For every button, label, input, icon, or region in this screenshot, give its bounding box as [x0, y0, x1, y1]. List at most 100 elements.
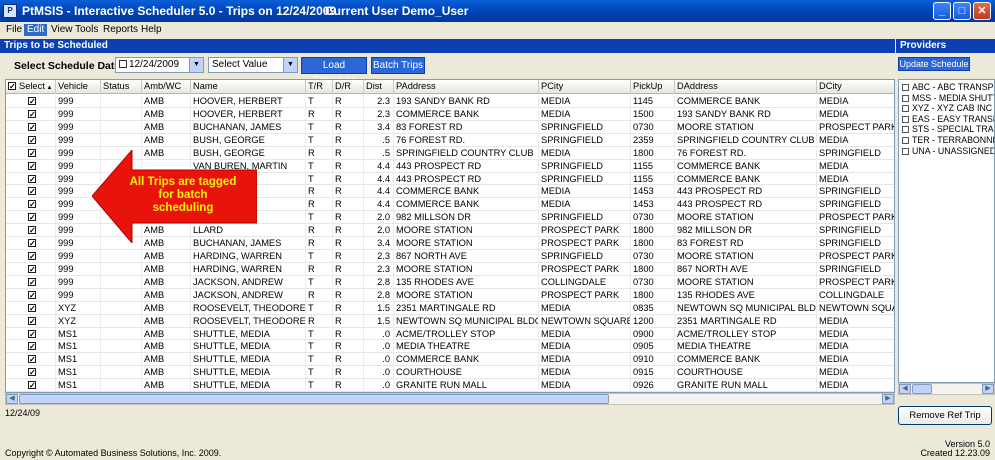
provider-checkbox[interactable] — [902, 84, 909, 91]
grid-horizontal-scrollbar[interactable]: ◀ ▶ — [5, 393, 895, 405]
cell-select[interactable]: ✓ — [6, 211, 56, 225]
scroll-thumb[interactable] — [912, 384, 932, 394]
title-bar[interactable]: P PtMSIS - Interactive Scheduler 5.0 - T… — [0, 0, 995, 22]
cell-select[interactable]: ✓ — [6, 327, 56, 341]
select-value-dropdown[interactable]: Select Value ▼ — [208, 57, 298, 73]
scroll-right-icon[interactable]: ▶ — [882, 394, 894, 404]
menu-help[interactable]: Help — [138, 24, 165, 36]
row-select-checkbox[interactable]: ✓ — [28, 264, 36, 273]
batch-trips-button[interactable]: Batch Trips — [371, 57, 425, 74]
table-row[interactable]: ✓ MS1 AMB SHUTTLE, MEDIA T R .0 COURTHOUSE MEDIA… — [6, 366, 894, 380]
row-select-checkbox[interactable]: ✓ — [28, 226, 36, 235]
provider-checkbox[interactable] — [902, 137, 909, 144]
menu-file[interactable]: File — [3, 24, 25, 36]
cell-select[interactable]: ✓ — [6, 301, 56, 315]
column-header-dr[interactable]: D/R — [333, 80, 364, 94]
cell-select[interactable]: ✓ — [6, 379, 56, 392]
column-header-pcity[interactable]: PCity — [539, 80, 631, 94]
table-row[interactable]: ✓ MS1 AMB SHUTTLE, MEDIA T R .0 GRANITE RUN MAL… — [6, 379, 894, 392]
cell-select[interactable]: ✓ — [6, 172, 56, 186]
provider-checkbox[interactable] — [902, 115, 909, 123]
table-row[interactable]: ✓ 999 AMB JACKSON, ANDREW T R 2.8 135 RHODES AV… — [6, 275, 894, 289]
provider-item[interactable]: UNA - UNASSIGNED — [902, 146, 994, 158]
cell-select[interactable]: ✓ — [6, 340, 56, 354]
provider-checkbox[interactable] — [902, 126, 909, 134]
provider-checkbox[interactable] — [902, 147, 909, 155]
column-header-pickup[interactable]: PickUp — [631, 80, 675, 94]
row-select-checkbox[interactable]: ✓ — [28, 187, 36, 196]
cell-select[interactable]: ✓ — [6, 314, 56, 328]
cell-select[interactable]: ✓ — [6, 185, 56, 199]
row-select-checkbox[interactable]: ✓ — [28, 148, 36, 157]
table-row[interactable]: ✓ XYZ AMB ROOSEVELT, THEODORE R R 1.5 NEWTOWN S… — [6, 314, 894, 328]
scroll-thumb[interactable] — [19, 394, 609, 404]
scroll-right-icon[interactable]: ▶ — [982, 384, 994, 394]
column-header-dcity[interactable]: DCity — [817, 80, 894, 94]
row-select-checkbox[interactable]: ✓ — [28, 174, 36, 183]
column-header-name[interactable]: Name — [191, 80, 306, 94]
cell-select[interactable]: ✓ — [6, 275, 56, 289]
cell-select[interactable]: ✓ — [6, 95, 56, 108]
schedule-date-picker[interactable]: 12/24/2009 ▼ — [115, 57, 204, 73]
row-select-checkbox[interactable]: ✓ — [28, 368, 36, 377]
row-select-checkbox[interactable]: ✓ — [28, 200, 36, 209]
menu-reports[interactable]: Reports — [100, 24, 141, 36]
cell-select[interactable]: ✓ — [6, 353, 56, 367]
load-schedule-button[interactable]: Load Schedule — [301, 57, 367, 86]
column-header-daddress[interactable]: DAddress — [675, 80, 817, 94]
scroll-left-icon[interactable]: ◀ — [899, 384, 911, 394]
row-select-checkbox[interactable]: ✓ — [28, 252, 36, 261]
close-icon[interactable]: ✕ — [973, 2, 991, 20]
row-select-checkbox[interactable]: ✓ — [28, 239, 36, 248]
row-select-checkbox[interactable]: ✓ — [28, 109, 36, 118]
table-row[interactable]: ✓ 999 AMB BUSH, GEORGE T R .5 76 FOREST RD. SPRI… — [6, 133, 894, 147]
row-select-checkbox[interactable]: ✓ — [28, 213, 36, 222]
cell-select[interactable]: ✓ — [6, 237, 56, 251]
cell-select[interactable]: ✓ — [6, 133, 56, 147]
table-row[interactable]: ✓ XYZ AMB ROOSEVELT, THEODORE T R 1.5 2351 MART… — [6, 301, 894, 315]
row-select-checkbox[interactable]: ✓ — [28, 135, 36, 144]
column-header-amb-wc[interactable]: Amb/WC — [142, 80, 191, 94]
column-header-vehicle[interactable]: Vehicle — [56, 80, 101, 94]
row-select-checkbox[interactable]: ✓ — [28, 316, 36, 325]
table-row[interactable]: ✓ 999 AMB BUCHANAN, JAMES T R 3.4 83 FOREST RD S… — [6, 120, 894, 134]
maximize-icon[interactable]: □ — [953, 2, 971, 20]
table-row[interactable]: ✓ MS1 AMB SHUTTLE, MEDIA T R .0 COMMERCE BANK ME… — [6, 353, 894, 367]
cell-select[interactable]: ✓ — [6, 198, 56, 212]
column-header-tr[interactable]: T/R — [306, 80, 333, 94]
cell-select[interactable]: ✓ — [6, 107, 56, 121]
row-select-checkbox[interactable]: ✓ — [28, 355, 36, 364]
table-row[interactable]: ✓ MS1 AMB SHUTTLE, MEDIA T R .0 MEDIA THEATRE ME… — [6, 340, 894, 354]
cell-select[interactable]: ✓ — [6, 120, 56, 134]
column-header-status[interactable]: Status — [101, 80, 142, 94]
provider-checkbox[interactable] — [902, 105, 909, 113]
provider-checkbox[interactable] — [902, 94, 909, 102]
menu-tools[interactable]: Tools — [72, 24, 101, 36]
cell-select[interactable]: ✓ — [6, 146, 56, 160]
chevron-down-icon[interactable]: ▼ — [283, 58, 297, 72]
remove-ref-trip-button[interactable]: Remove Ref Trip — [898, 406, 992, 425]
date-checkbox-icon[interactable] — [119, 60, 127, 68]
cell-select[interactable]: ✓ — [6, 366, 56, 380]
update-schedule-button[interactable]: Update Schedule — [898, 57, 970, 71]
menu-edit[interactable]: Edit — [24, 24, 48, 36]
row-select-checkbox[interactable]: ✓ — [28, 342, 36, 351]
row-select-checkbox[interactable]: ✓ — [28, 329, 36, 338]
minimize-icon[interactable]: _ — [933, 2, 951, 20]
row-select-checkbox[interactable]: ✓ — [28, 381, 36, 390]
select-all-checkbox[interactable]: ✓ — [8, 82, 16, 91]
cell-select[interactable]: ✓ — [6, 224, 56, 238]
table-row[interactable]: ✓ 999 AMB HARDING, WARREN R R 2.3 MOORE STATION… — [6, 262, 894, 276]
column-header-select[interactable]: ✓ Select ▲ — [6, 80, 56, 94]
cell-select[interactable]: ✓ — [6, 159, 56, 173]
chevron-down-icon[interactable]: ▼ — [189, 58, 203, 72]
table-row[interactable]: ✓ 999 AMB HOOVER, HERBERT R R 2.3 COMMERCE BANK… — [6, 107, 894, 121]
table-row[interactable]: ✓ MS1 AMB SHUTTLE, MEDIA T R .0 ACME/TROLLEY ST… — [6, 327, 894, 341]
column-header-paddress[interactable]: PAddress — [394, 80, 539, 94]
providers-list[interactable]: ABC - ABC TRANSPO MSS - MEDIA SHUTT XYZ - … — [898, 79, 995, 383]
row-select-checkbox[interactable]: ✓ — [28, 277, 36, 286]
row-select-checkbox[interactable]: ✓ — [28, 122, 36, 131]
row-select-checkbox[interactable]: ✓ — [28, 290, 36, 299]
cell-select[interactable]: ✓ — [6, 262, 56, 276]
table-row[interactable]: ✓ 999 AMB HOOVER, HERBERT T R 2.3 193 SANDY BAN… — [6, 95, 894, 108]
